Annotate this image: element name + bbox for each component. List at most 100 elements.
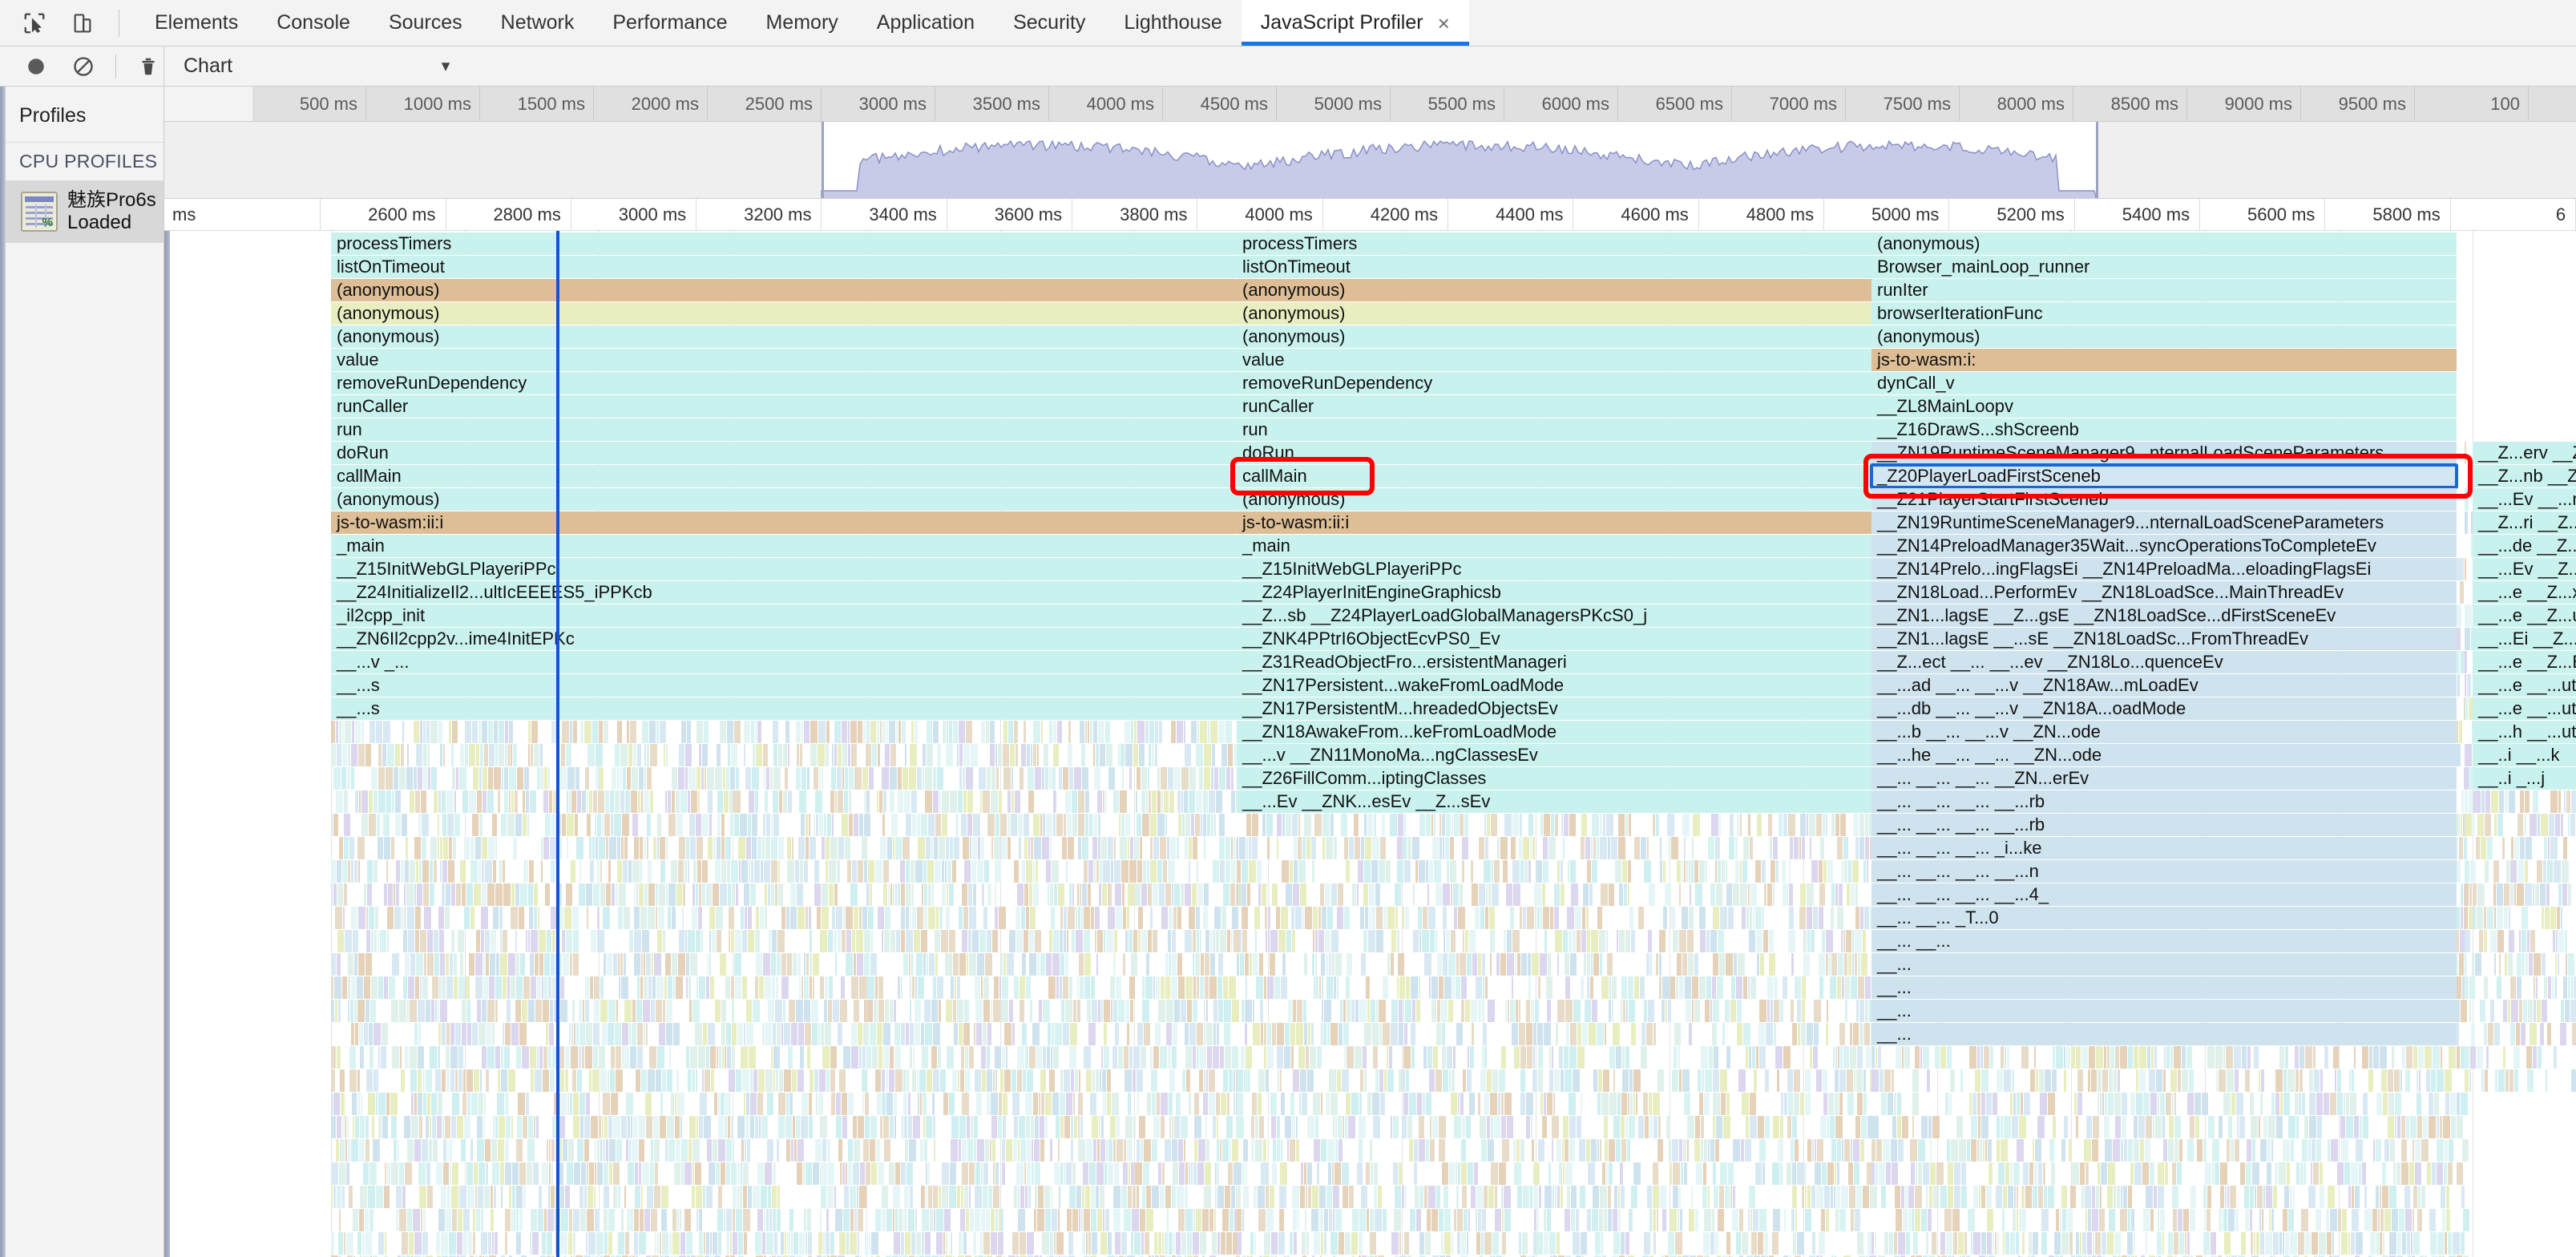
flame-micro-frame[interactable]: [1209, 976, 1217, 999]
flame-micro-frame[interactable]: [1221, 907, 1226, 929]
flame-micro-frame[interactable]: [657, 1046, 664, 1069]
flame-micro-frame[interactable]: [1300, 1069, 1306, 1092]
flame-micro-frame[interactable]: [836, 1116, 842, 1138]
flame-micro-frame[interactable]: [717, 1046, 718, 1069]
flame-micro-frame[interactable]: [503, 976, 507, 999]
flame-micro-frame[interactable]: [579, 1000, 582, 1022]
flame-micro-frame[interactable]: [1859, 1000, 1864, 1022]
flame-micro-frame[interactable]: [337, 744, 341, 766]
flame-micro-frame[interactable]: [1221, 744, 1227, 766]
flame-micro-frame[interactable]: [801, 767, 806, 790]
flame-micro-frame[interactable]: [853, 1162, 859, 1185]
flame-micro-frame[interactable]: [878, 1162, 884, 1185]
flame-micro-frame[interactable]: [938, 1046, 941, 1069]
flame-micro-frame[interactable]: [749, 790, 754, 813]
flame-micro-frame[interactable]: [767, 1139, 773, 1162]
flame-micro-frame[interactable]: [1118, 1000, 1124, 1022]
flame-micro-frame[interactable]: [716, 907, 723, 929]
flame-micro-frame[interactable]: [1214, 907, 1221, 929]
flame-micro-frame[interactable]: [875, 1209, 881, 1231]
flame-micro-frame[interactable]: [364, 976, 370, 999]
flame-micro-frame[interactable]: [736, 767, 739, 790]
close-icon[interactable]: ×: [1438, 13, 1450, 34]
flame-micro-frame[interactable]: [1168, 1046, 1171, 1069]
flame-micro-frame[interactable]: [886, 1069, 888, 1092]
flame-micro-frame[interactable]: [884, 1139, 890, 1162]
flame-micro-frame[interactable]: [1694, 1000, 1700, 1022]
flame-micro-frame[interactable]: [707, 1139, 712, 1162]
flame-micro-frame[interactable]: [893, 837, 894, 859]
flame-micro-frame[interactable]: [1088, 1232, 1091, 1255]
flame-micro-frame[interactable]: [1510, 1000, 1515, 1022]
flame-micro-frame[interactable]: [1471, 860, 1473, 883]
flame-micro-frame[interactable]: [1673, 930, 1678, 952]
flame-micro-frame[interactable]: [417, 883, 422, 906]
flame-micro-frame[interactable]: [1800, 814, 1806, 836]
flame-micro-frame[interactable]: [1442, 814, 1445, 836]
flame-micro-frame[interactable]: [1137, 814, 1141, 836]
flame-micro-frame[interactable]: [386, 860, 388, 883]
flame-micro-frame[interactable]: [968, 883, 972, 906]
flame-micro-frame[interactable]: [641, 1186, 643, 1208]
flame-micro-frame[interactable]: [359, 1139, 365, 1162]
flame-micro-frame[interactable]: [1033, 883, 1039, 906]
flame-micro-frame[interactable]: [432, 976, 438, 999]
flame-micro-frame[interactable]: [949, 883, 954, 906]
flame-micro-frame[interactable]: [1573, 1069, 1580, 1092]
flame-micro-frame[interactable]: [438, 790, 441, 813]
flame-micro-frame[interactable]: [526, 930, 527, 952]
flame-micro-frame[interactable]: [560, 976, 564, 999]
tab-console[interactable]: Console: [257, 0, 369, 46]
flame-micro-frame[interactable]: [1044, 1186, 1050, 1208]
flame-micro-frame[interactable]: [1866, 1046, 1871, 1069]
flame-micro-frame[interactable]: [1278, 1069, 1279, 1092]
flame-micro-frame[interactable]: [1823, 860, 1827, 883]
flame-micro-frame[interactable]: [1080, 883, 1081, 906]
flame-micro-frame[interactable]: [959, 721, 965, 743]
flame-micro-frame[interactable]: [1643, 1093, 1648, 1115]
flame-micro-frame[interactable]: [1210, 721, 1217, 743]
flame-micro-frame[interactable]: [461, 1139, 466, 1162]
flame-micro-frame[interactable]: [1479, 883, 1485, 906]
flame-micro-frame[interactable]: [1755, 907, 1762, 929]
flame-micro-frame[interactable]: [422, 1139, 428, 1162]
flame-micro-frame[interactable]: [544, 976, 547, 999]
flame-micro-frame[interactable]: [1368, 930, 1375, 952]
flame-micro-frame[interactable]: [939, 790, 941, 813]
flame-micro-frame[interactable]: [442, 1116, 444, 1138]
flame-micro-frame[interactable]: [1543, 907, 1549, 929]
flame-micro-frame[interactable]: [1125, 814, 1130, 836]
flame-micro-frame[interactable]: [1022, 953, 1026, 976]
flame-micro-frame[interactable]: [875, 976, 878, 999]
flame-micro-frame[interactable]: [951, 1139, 958, 1162]
flame-micro-frame[interactable]: [1253, 1000, 1254, 1022]
flame-micro-frame[interactable]: [1461, 976, 1467, 999]
flame-micro-frame[interactable]: [978, 837, 980, 859]
flame-micro-frame[interactable]: [1478, 1093, 1480, 1115]
flame-micro-frame[interactable]: [830, 1046, 837, 1069]
flame-micro-frame[interactable]: [1087, 1000, 1091, 1022]
flame-micro-frame[interactable]: [1174, 1000, 1180, 1022]
flame-micro-frame[interactable]: [418, 1023, 421, 1045]
flame-micro-frame[interactable]: [1239, 883, 1241, 906]
flame-micro-frame[interactable]: [529, 860, 534, 883]
flame-micro-frame[interactable]: [820, 930, 827, 952]
flame-micro-frame[interactable]: [647, 1186, 653, 1208]
flame-micro-frame[interactable]: [1844, 860, 1847, 883]
flame-micro-frame[interactable]: [1017, 1069, 1022, 1092]
flame-micro-frame[interactable]: [906, 1023, 909, 1045]
flame-micro-frame[interactable]: [1819, 860, 1823, 883]
flame-micro-frame[interactable]: [1508, 1000, 1509, 1022]
flame-micro-frame[interactable]: [568, 1139, 574, 1162]
flame-micro-frame[interactable]: [476, 1209, 480, 1231]
flame-micro-frame[interactable]: [640, 907, 647, 929]
flame-micro-frame[interactable]: [1204, 1186, 1211, 1208]
flame-micro-frame[interactable]: [1181, 790, 1183, 813]
flame-micro-frame[interactable]: [373, 860, 378, 883]
flame-micro-frame[interactable]: [1835, 1069, 1839, 1092]
flame-micro-frame[interactable]: [777, 930, 785, 952]
flame-micro-frame[interactable]: [333, 1093, 340, 1115]
flame-micro-frame[interactable]: [499, 860, 502, 883]
flame-micro-frame[interactable]: [662, 1232, 668, 1255]
flame-micro-frame[interactable]: [642, 930, 649, 952]
